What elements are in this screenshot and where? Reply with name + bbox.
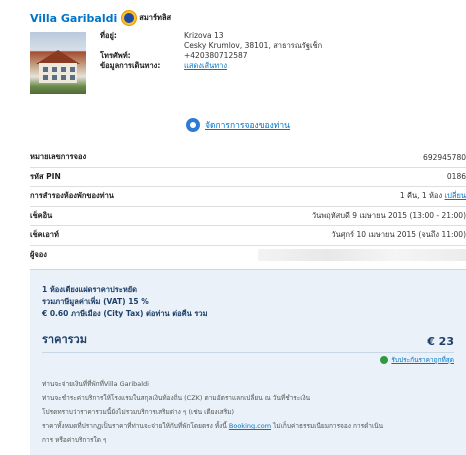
reservation-label: การสำรองห้องพักของท่าน [30,191,114,201]
price-notes: ท่านจะจ่ายเงินที่ที่พักที่Villa Garibald… [42,379,454,446]
checkout-row: เช็คเอาท์ วันศุกร์ 10 เมษายน 2015 (จนถึง… [30,226,466,246]
hotel-info: ที่อยู่: Krizova 13 Cesky Krumlov, 38101… [100,31,322,71]
note-extras: โปรดทราบว่าราคารวมนี้ยังไม่รวมบริการเสริ… [42,408,235,416]
checkin-value: วันพฤหัสบดี 9 เมษายน 2015 (13:00 - 21:00… [311,210,466,220]
pin-value: 0186 [446,172,466,182]
address-line1: Krizova 13 [184,31,224,40]
booking-details: หมายเลขการจอง 692945780 รหัส PIN 0186 กา… [30,148,466,265]
reservation-value: 1 คืน, 1 ห้อง [399,191,443,201]
checkin-label: เช็คอิน [30,210,53,220]
smart-badge-icon [121,10,138,26]
gear-icon [186,118,200,132]
hotel-title: Villa Garibaldi สมาร์ทลิส [30,10,171,26]
pin-row: รหัส PIN 0186 [30,168,466,187]
best-price-link[interactable]: รับประกันราคาถูกที่สุด [391,355,454,365]
booker-label: ผู้จอง [30,250,47,260]
hotel-name[interactable]: Villa Garibaldi [30,12,117,25]
vat-info: รวมภาษีมูลค่าเพิ่ม (VAT) 15 % [42,297,149,306]
booker-row: ผู้จอง [30,246,466,266]
room-type: 1 ห้องเตียงแฝดราคาประหยัด [42,285,138,294]
directions-label: ข้อมูลการเดินทาง: [100,61,161,70]
booking-number-label: หมายเลขการจอง [30,152,87,162]
booking-com-link[interactable]: Booking.com [229,422,271,430]
badge-label: สมาร์ทลิส [139,13,172,22]
total-row: ราคารวม € 23 [42,330,454,353]
total-amount: € 23 [427,335,454,348]
checkout-value: วันศุกร์ 10 เมษายน 2015 (จนถึง 11:00) [331,230,466,240]
address-line2: Cesky Krumlov, 38101, สาธารณรัฐเช็ก [184,41,323,50]
address-label: ที่อยู่: [100,31,117,40]
city-tax-info: € 0.60 ภาษีเมือง (City Tax) ต่อท่าน ต่อค… [42,309,208,318]
pin-label: รหัส PIN [30,171,61,181]
manage-booking[interactable]: จัดการการจองของท่าน [186,118,290,132]
best-price-guarantee[interactable]: รับประกันราคาถูกที่สุด [42,355,454,365]
phone-label: โทรศัพท์: [100,51,131,60]
directions-link[interactable]: แสดงเส้นทาง [184,61,227,71]
booking-number-value: 692945780 [423,152,466,162]
hotel-photo[interactable] [30,32,86,94]
note-local-currency: ท่านจะชำระค่าบริการให้โรงแรมในสกุลเงินท้… [42,394,311,402]
phone-value: +420380712587 [184,51,248,60]
checkin-row: เช็คอิน วันพฤหัสบดี 9 เมษายน 2015 (13:00… [30,207,466,226]
reservation-row: การสำรองห้องพักของท่าน 1 คืน, 1 ห้อง เปล… [30,187,466,207]
total-label: ราคารวม [42,333,87,346]
manage-booking-link[interactable]: จัดการการจองของท่าน [205,118,290,132]
price-summary: 1 ห้องเตียงแฝดราคาประหยัด รวมภาษีมูลค่าเ… [30,269,466,455]
reservation-change-link[interactable]: เปลี่ยน [445,191,466,200]
booker-name-redacted [258,249,466,262]
note-no-fees: การ หรือค่าบริการใด ๆ [42,436,107,444]
note-pay-at-property: ท่านจะจ่ายเงินที่ที่พักที่Villa Garibald… [42,380,149,388]
check-icon [380,356,389,364]
booking-number-row: หมายเลขการจอง 692945780 [30,148,466,168]
checkout-label: เช็คเอาท์ [30,230,59,240]
note-direct-price: ราคาทั้งหมดที่ปรากฏเป็นราคาที่ท่านจะจ่าย… [42,422,384,430]
